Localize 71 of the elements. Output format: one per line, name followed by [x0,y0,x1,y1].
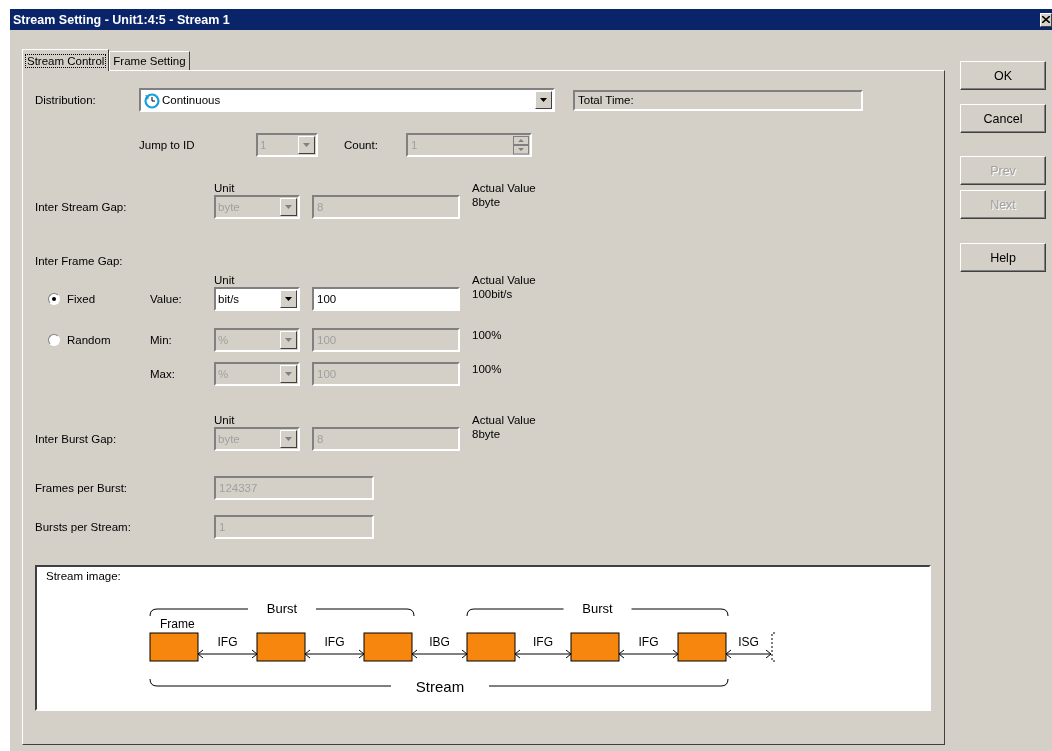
actual-value: 100bit/s [472,287,514,301]
caret-icon [285,437,292,441]
frame-block [570,632,620,662]
double-arrow [725,649,772,659]
field-label: Inter Burst Gap: [35,433,118,445]
radio-button[interactable] [48,334,60,346]
caret-icon [303,143,310,147]
unit-label: Unit [214,413,236,427]
frame-block [149,632,199,662]
gap-label: IFG [533,635,553,649]
field-label: Value: [150,293,182,305]
field-label: Bursts per Stream: [35,521,132,533]
caret-icon [285,338,292,342]
dropdown[interactable]: bit/s [214,287,300,311]
dialog-button[interactable]: OK [960,61,1046,90]
total-time-field: Total Time: [573,89,863,111]
actual-value-label: Actual Value [472,181,537,195]
field-label: Inter Stream Gap: [35,201,128,213]
field-label: Min: [150,334,172,346]
radio-label: Fixed [67,293,96,305]
section-label: Inter Frame Gap: [35,255,124,267]
caret-icon [285,205,292,209]
frame-label: Frame [160,617,195,631]
burst-label: Burst [582,601,613,616]
unit-label: Unit [214,181,236,195]
cycle-icon [143,91,160,109]
actual-value: 100% [472,328,503,342]
gap-label: IFG [324,635,345,649]
caret-icon [540,98,547,102]
double-arrow [411,649,468,659]
text-field[interactable]: 100 [312,287,460,311]
unit-label: Unit [214,273,236,287]
frame-block [256,632,306,662]
radio-label: Random [67,334,111,346]
dialog-button[interactable]: Cancel [960,104,1046,133]
actual-value: 100% [472,362,503,376]
dropdown[interactable]: Continuous [139,88,555,112]
gap-label: IFG [217,635,238,649]
spin-arrows-icon [513,135,529,155]
caret-icon [285,297,292,301]
double-arrow [304,649,365,659]
frame-block [677,632,727,662]
field-label: Frames per Burst: [35,482,129,494]
actual-value: 8byte [472,427,502,441]
close-button[interactable] [1040,12,1052,27]
double-arrow [514,649,572,659]
tab[interactable]: Stream Control [22,49,110,71]
burst-label: Burst [266,601,298,616]
radio-button[interactable] [48,293,60,305]
window-title: Stream Setting - Unit1:4:5 - Stream 1 [13,12,230,27]
close-icon [1042,16,1050,23]
actual-value-label: Actual Value [472,413,537,427]
double-arrow [618,649,679,659]
frame-block [466,632,516,662]
field-label: Distribution: [35,94,97,106]
field-label: Jump to ID [139,139,196,151]
tab[interactable]: Frame Setting [109,51,190,70]
double-arrow [197,649,258,659]
gap-label: IBG [429,635,450,649]
gap-label: IFG [638,635,659,649]
actual-value: 8byte [472,195,502,209]
diagram-title: Stream image: [46,570,121,582]
caret-icon [285,372,292,376]
field-label: Max: [150,368,175,380]
actual-value-label: Actual Value [472,273,537,287]
gap-label: ISG [738,635,759,649]
dialog-button[interactable]: Help [960,243,1046,272]
stream-label: Stream [415,678,465,695]
frame-block [363,632,413,662]
dashed-frame [771,632,776,662]
field-label: Count: [344,139,379,151]
